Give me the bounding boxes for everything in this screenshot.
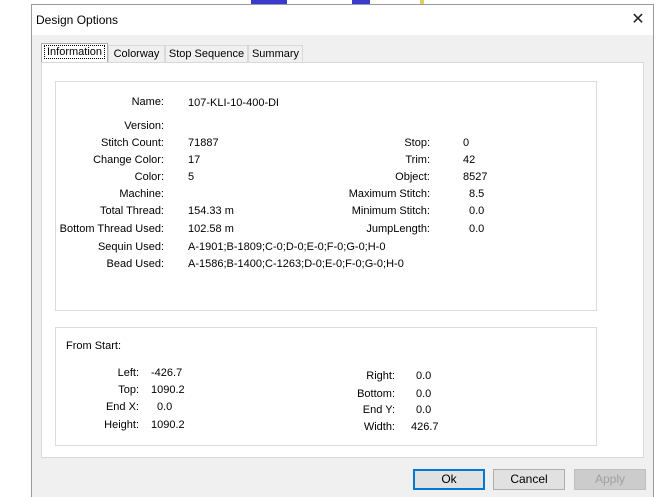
- object-label: Object:: [395, 171, 430, 183]
- sequin-used-label: Sequin Used:: [97, 241, 164, 253]
- apply-button[interactable]: Apply: [574, 469, 646, 490]
- maximum-stitch-value: 8.5: [469, 188, 485, 200]
- minimum-stitch-value: 0.0: [469, 205, 485, 217]
- maximum-stitch-label: Maximum Stitch:: [348, 188, 430, 200]
- jump-length-label: JumpLength:: [366, 223, 430, 235]
- tab-information[interactable]: Information: [41, 43, 108, 63]
- stop-value: 0: [463, 137, 470, 149]
- name-value: 107-KLI-10-400-DH: [188, 97, 278, 109]
- width-value: 426.7: [411, 421, 439, 433]
- minimum-stitch-label: Minimum Stitch:: [351, 205, 430, 217]
- bottom-thread-value: 102.58 m: [188, 223, 234, 235]
- change-color-label: Change Color:: [93, 154, 164, 166]
- color-value: 5: [188, 171, 195, 183]
- ok-button[interactable]: Ok: [413, 469, 485, 490]
- bead-used-label: Bead Used:: [106, 258, 164, 270]
- stitch-count-value: 71887: [188, 137, 219, 149]
- version-label: Version:: [124, 120, 164, 132]
- bottom-value: 0.0: [416, 388, 432, 400]
- dialog-title: Design Options: [36, 13, 119, 27]
- design-info-group: Name: 107-KLI-10-400-DH Version: Stitch …: [55, 81, 597, 311]
- tab-colorway[interactable]: Colorway: [108, 45, 165, 62]
- cancel-button[interactable]: Cancel: [493, 469, 565, 490]
- machine-label: Machine:: [119, 188, 164, 200]
- end-y-label: End Y:: [362, 404, 395, 416]
- right-label: Right:: [366, 370, 395, 382]
- width-label: Width:: [363, 421, 395, 433]
- height-label: Height:: [104, 419, 139, 431]
- tab-stop-sequence[interactable]: Stop Sequence: [165, 45, 248, 62]
- stop-label: Stop:: [404, 137, 430, 149]
- object-value: 8527: [463, 171, 488, 183]
- end-x-label: End X:: [105, 401, 139, 413]
- total-thread-value: 154.33 m: [188, 205, 234, 217]
- tab-summary[interactable]: Summary: [248, 45, 303, 62]
- close-icon[interactable]: ✕: [623, 5, 653, 35]
- left-value: -426.7: [151, 367, 183, 379]
- jump-length-value: 0.0: [469, 223, 485, 235]
- top-label: Top:: [118, 384, 139, 396]
- design-options-dialog: Design Options ✕ Information Colorway St…: [31, 4, 654, 497]
- from-start-heading: From Start:: [66, 340, 122, 352]
- trim-label: Trim:: [405, 154, 430, 166]
- name-label: Name:: [131, 96, 164, 108]
- bottom-label: Bottom:: [357, 388, 395, 400]
- stitch-count-label: Stitch Count:: [101, 137, 164, 149]
- information-panel: Name: 107-KLI-10-400-DH Version: Stitch …: [41, 62, 644, 458]
- end-y-value: 0.0: [416, 404, 432, 416]
- right-value: 0.0: [416, 370, 432, 382]
- title-bar[interactable]: Design Options ✕: [32, 5, 653, 35]
- bead-used-value: A-1586;B-1400;C-1263;D-0;E-0;F-0;G-0;H-0: [188, 258, 404, 270]
- total-thread-label: Total Thread:: [99, 205, 164, 217]
- end-x-value: 0.0: [157, 401, 173, 413]
- from-start-group: From Start: Left: -426.7 Top: 1090.2 End…: [55, 327, 597, 446]
- top-value: 1090.2: [151, 384, 185, 396]
- left-label: Left:: [117, 367, 139, 379]
- bottom-thread-label: Bottom Thread Used:: [59, 223, 164, 235]
- trim-value: 42: [463, 154, 476, 166]
- height-value: 1090.2: [151, 419, 185, 431]
- color-label: Color:: [134, 171, 164, 183]
- sequin-used-value: A-1901;B-1809;C-0;D-0;E-0;F-0;G-0;H-0: [188, 241, 386, 253]
- change-color-value: 17: [188, 154, 201, 166]
